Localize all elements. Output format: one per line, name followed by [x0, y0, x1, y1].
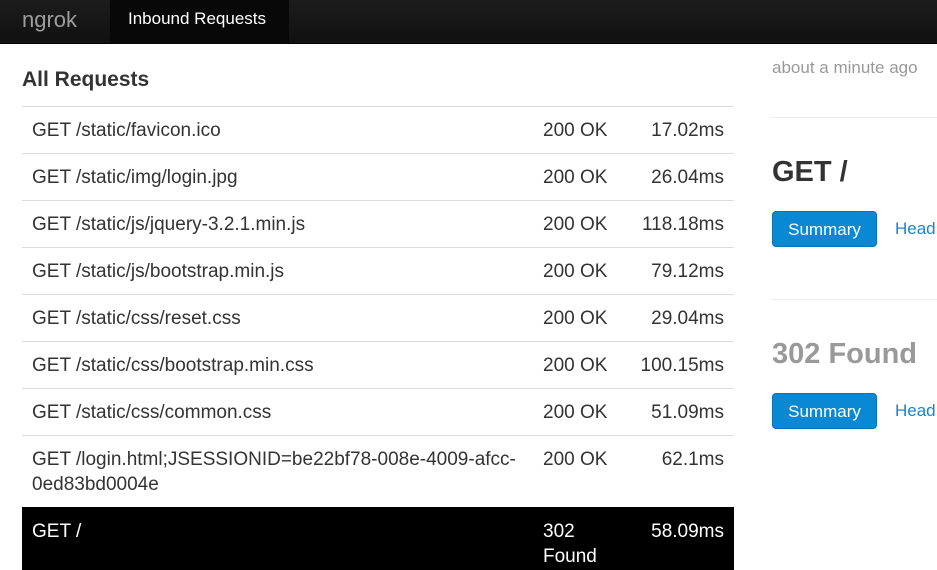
table-row[interactable]: GET /static/css/reset.css 200 OK 29.04ms	[22, 294, 734, 342]
tab-inbound-requests[interactable]: Inbound Requests	[110, 0, 289, 44]
request-status: 200 OK	[533, 435, 628, 508]
request-path: GET /static/js/jquery-3.2.1.min.js	[22, 200, 533, 248]
request-duration: 26.04ms	[628, 153, 734, 201]
table-row[interactable]: GET /login.html;JSESSIONID=be22bf78-008e…	[22, 435, 734, 508]
request-status: 200 OK	[533, 341, 628, 389]
table-row[interactable]: GET /static/js/bootstrap.min.js 200 OK 79.…	[22, 247, 734, 295]
request-status: 200 OK	[533, 388, 628, 436]
table-row[interactable]: GET /static/favicon.ico 200 OK 17.02ms	[22, 106, 734, 154]
request-path: GET /static/css/common.css	[22, 388, 533, 436]
request-duration: 51.09ms	[628, 388, 734, 436]
request-duration: 17.02ms	[628, 106, 734, 154]
request-path: GET /static/css/bootstrap.min.css	[22, 341, 533, 389]
page-title: All Requests	[22, 68, 150, 91]
request-duration: 29.04ms	[628, 294, 734, 342]
request-path: GET /	[22, 507, 533, 570]
divider	[770, 117, 937, 118]
request-headers-tab[interactable]: Head	[895, 219, 936, 239]
navbar: ngrok Inbound Requests	[0, 0, 937, 44]
request-status: 200 OK	[533, 200, 628, 248]
table-row[interactable]: GET /302 Found 58.09ms	[22, 507, 734, 570]
request-path: GET /static/img/login.jpg	[22, 153, 533, 201]
table-row[interactable]: GET /static/css/common.css 200 OK 51.09ms	[22, 388, 734, 436]
request-duration: 79.12ms	[628, 247, 734, 295]
response-headers-tab[interactable]: Head	[895, 401, 936, 421]
requests-table: GET /static/favicon.ico 200 OK 17.02ms GET …	[22, 106, 734, 570]
response-summary-tab[interactable]: Summary	[772, 393, 877, 429]
request-path: GET /static/css/reset.css	[22, 294, 533, 342]
response-title: 302 Found	[772, 338, 918, 370]
brand-logo[interactable]: ngrok	[22, 7, 77, 33]
request-duration: 118.18ms	[628, 200, 734, 248]
divider	[770, 299, 937, 300]
request-title: GET /	[772, 156, 848, 188]
table-row[interactable]: GET /static/img/login.jpg 200 OK 26.04ms	[22, 153, 734, 201]
request-path: GET /login.html;JSESSIONID=be22bf78-008e…	[22, 435, 533, 508]
request-duration: 100.15ms	[628, 341, 734, 389]
request-status: 302 Found	[533, 507, 628, 570]
request-path: GET /static/js/bootstrap.min.js	[22, 247, 533, 295]
request-summary-tab[interactable]: Summary	[772, 211, 877, 247]
request-duration: 62.1ms	[628, 435, 734, 508]
table-row[interactable]: GET /static/js/jquery-3.2.1.min.js 200 OK…	[22, 200, 734, 248]
request-status: 200 OK	[533, 153, 628, 201]
request-timestamp: about a minute ago	[772, 58, 918, 77]
request-path: GET /static/favicon.ico	[22, 106, 533, 154]
request-status: 200 OK	[533, 247, 628, 295]
request-status: 200 OK	[533, 294, 628, 342]
table-row[interactable]: GET /static/css/bootstrap.min.css 200 OK 1…	[22, 341, 734, 389]
request-status: 200 OK	[533, 106, 628, 154]
request-duration: 58.09ms	[628, 507, 734, 570]
